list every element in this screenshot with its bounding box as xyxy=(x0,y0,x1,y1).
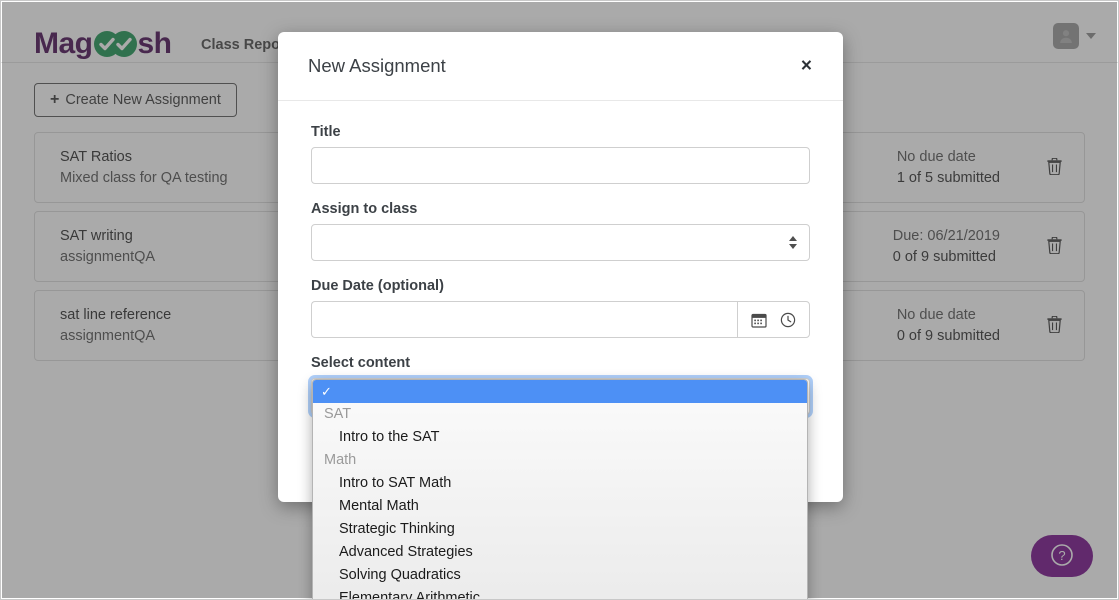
modal-body: Title Assign to class Due Date (optional… xyxy=(278,101,843,599)
close-icon[interactable]: × xyxy=(795,53,818,80)
due-date-addons xyxy=(737,301,810,338)
dropdown-option[interactable]: Intro to SAT Math xyxy=(313,472,807,495)
dropdown-option[interactable]: Advanced Strategies xyxy=(313,541,807,564)
select-content-dropdown[interactable]: ✓ SAT Intro to the SAT Math Intro to SAT Mat… xyxy=(312,379,808,599)
calendar-icon[interactable] xyxy=(751,312,767,328)
due-date-input-group xyxy=(311,301,810,338)
assign-to-class-select[interactable] xyxy=(311,224,810,261)
assign-to-class-label: Assign to class xyxy=(311,201,418,217)
title-label: Title xyxy=(311,124,341,140)
due-date-field-group: Due Date (optional) xyxy=(311,278,810,338)
select-content-shell: ✓ SAT Intro to the SAT Math Intro to SAT Mat… xyxy=(311,378,810,599)
due-date-input[interactable] xyxy=(311,301,737,338)
new-assignment-modal: New Assignment × Title Assign to class D… xyxy=(278,32,843,599)
dropdown-option[interactable]: Mental Math xyxy=(313,495,807,518)
dropdown-group-label: SAT xyxy=(324,406,352,422)
dropdown-option[interactable]: Solving Quadratics xyxy=(313,564,807,587)
dropdown-group-label: Math xyxy=(324,452,357,468)
clock-icon[interactable] xyxy=(780,312,796,328)
title-field-group: Title xyxy=(311,124,810,184)
assign-class-field-group: Assign to class xyxy=(311,201,810,261)
check-icon: ✓ xyxy=(321,384,332,399)
select-content-field-group: Select content ✓ SAT Intro to the SAT Math I… xyxy=(311,355,810,599)
dropdown-option-selected[interactable]: ✓ xyxy=(313,380,807,403)
dropdown-option[interactable]: Elementary Arithmetic xyxy=(313,587,807,599)
select-spinner-icon xyxy=(789,236,797,249)
title-input[interactable] xyxy=(311,147,810,184)
modal-header: New Assignment × xyxy=(278,32,843,101)
dropdown-option[interactable]: Strategic Thinking xyxy=(313,518,807,541)
modal-title: New Assignment xyxy=(308,55,446,76)
dropdown-option[interactable]: Intro to the SAT xyxy=(313,426,807,449)
due-date-label: Due Date (optional) xyxy=(311,278,444,294)
select-content-label: Select content xyxy=(311,355,411,371)
screenshot-root: Mag sh Class Reports + Create New Assign… xyxy=(0,0,1119,600)
